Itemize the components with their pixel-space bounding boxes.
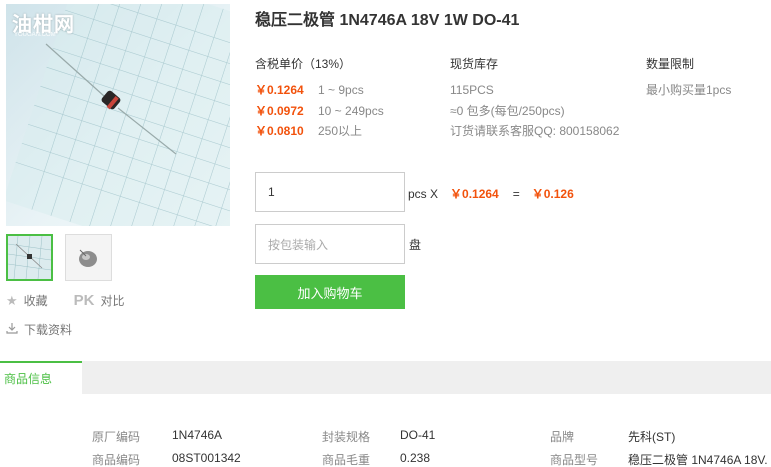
info-tab-bar: 商品信息 <box>0 361 771 394</box>
package-quantity-input[interactable]: 按包装输入 <box>255 224 405 264</box>
stock-packs: ≈0 包多(每包/250pcs) <box>450 103 565 118</box>
tier-price: ￥0.0972 <box>255 103 304 118</box>
stock-info: 115PCS ≈0 包多(每包/250pcs) 订货请联系客服QQ: 80015… <box>450 80 619 142</box>
price-tier-row: ￥0.1264 1 ~ 9pcs <box>255 80 384 101</box>
spec-item: 08ST001342 <box>172 451 241 465</box>
spec-value: 稳压二极管 1N4746A 18V... <box>628 453 768 467</box>
unit-price: ￥0.1264 <box>450 187 499 201</box>
download-link[interactable]: 下载资料 <box>24 321 72 338</box>
price-tier-list: ￥0.1264 1 ~ 9pcs ￥0.0972 10 ~ 249pcs ￥0.… <box>255 80 384 142</box>
compare-link[interactable]: 对比 <box>101 292 125 309</box>
equals-sign: = <box>512 186 520 201</box>
add-to-cart-button[interactable]: 加入购物车 <box>255 275 405 309</box>
thumbnail-2[interactable] <box>65 234 112 281</box>
stock-header: 现货库存 <box>450 57 499 71</box>
spec-key: 原厂编码 <box>92 430 141 444</box>
pk-icon[interactable]: PK <box>74 292 95 309</box>
spec-key: 商品毛重 <box>322 453 371 467</box>
spec-value: 先科(ST) <box>628 430 676 444</box>
unit-label: pcs X <box>408 186 439 201</box>
spec-item: 先科(ST) <box>628 428 675 445</box>
price-tier-row: ￥0.0972 10 ~ 249pcs <box>255 101 384 122</box>
min-purchase: 最小购买量1pcs <box>646 83 732 97</box>
tier-quantity: 1 ~ 9pcs <box>318 83 364 97</box>
quantity-input[interactable]: 1 <box>255 172 405 212</box>
thumbnail-strip <box>6 234 112 281</box>
favorite-compare-row: ★ 收藏 PK 对比 <box>6 292 125 309</box>
spec-item: 0.238 <box>400 451 430 465</box>
stock-contact: 订货请联系客服QQ: 800158062 <box>450 124 620 138</box>
download-icon <box>6 322 18 337</box>
spec-item: 商品毛重 <box>322 451 370 467</box>
price-header: 含税单价（13%） <box>255 57 352 71</box>
tier-quantity: 10 ~ 249pcs <box>318 103 384 118</box>
spec-value: 08ST001342 <box>172 451 241 465</box>
spec-item: 原厂编码 <box>92 428 140 445</box>
stock-count: 115PCS <box>450 83 494 97</box>
tier-quantity: 250以上 <box>318 124 363 138</box>
tier-price: ￥0.1264 <box>255 83 304 97</box>
spec-item: 品牌 <box>550 428 574 445</box>
spec-item: 封装规格 <box>322 428 370 445</box>
product-main-image: 油柑网 YOUGAN.COM <box>6 4 230 226</box>
price-tier-row: ￥0.0810 250以上 <box>255 121 384 142</box>
spec-item: 商品型号 <box>550 451 598 467</box>
spec-item: 1N4746A <box>172 428 222 442</box>
package-unit-label: 盘 <box>409 238 422 252</box>
favorite-link[interactable]: 收藏 <box>24 292 48 309</box>
thumbnail-1[interactable] <box>6 234 53 281</box>
tier-price: ￥0.0810 <box>255 124 304 138</box>
spec-item: 稳压二极管 1N4746A 18V... <box>628 451 768 467</box>
spec-value: DO-41 <box>400 428 436 442</box>
price-calculation: pcs X ￥0.1264 = ￥0.126 <box>408 185 574 202</box>
spec-value: 1N4746A <box>172 428 223 442</box>
limit-header: 数量限制 <box>646 57 695 71</box>
spec-key: 品牌 <box>550 430 575 444</box>
download-row[interactable]: 下载资料 <box>6 321 72 338</box>
spec-value: 0.238 <box>400 451 431 465</box>
total-price: ￥0.126 <box>531 187 574 201</box>
spec-key: 商品型号 <box>550 453 599 467</box>
spec-item: DO-41 <box>400 428 435 442</box>
star-icon[interactable]: ★ <box>6 293 18 309</box>
spec-item: 商品编码 <box>92 451 140 467</box>
product-title: 稳压二极管 1N4746A 18V 1W DO-41 <box>255 12 520 29</box>
site-logo-subtext: YOUGAN.COM <box>14 32 56 38</box>
spec-key: 封装规格 <box>322 430 371 444</box>
spec-key: 商品编码 <box>92 453 141 467</box>
tab-product-info[interactable]: 商品信息 <box>0 361 82 394</box>
